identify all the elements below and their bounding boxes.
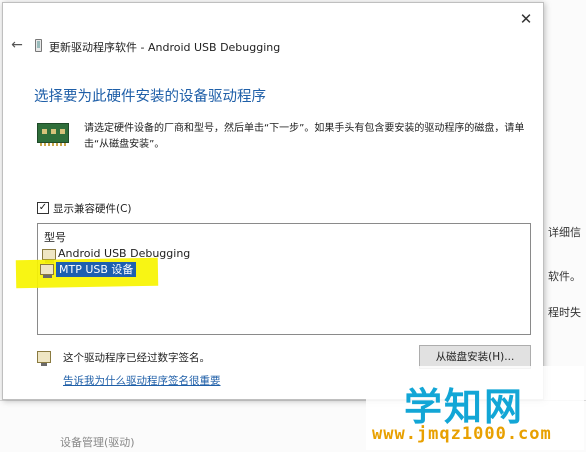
close-icon[interactable]: ✕ xyxy=(515,9,537,29)
model-list-header: 型号 xyxy=(44,231,66,244)
background-text: 程时失 xyxy=(548,306,581,319)
dialog-title: 更新驱动程序软件 - Android USB Debugging xyxy=(49,41,281,54)
driver-icon xyxy=(40,263,54,278)
show-compatible-checkbox[interactable]: ✓ xyxy=(37,202,49,214)
signature-info-link[interactable]: 告诉我为什么驱动程序签名很重要 xyxy=(63,373,221,388)
watermark-title: 学知网 xyxy=(404,385,525,429)
device-icon xyxy=(35,39,42,52)
background-text: 软件。 xyxy=(548,270,581,283)
hardware-card-icon xyxy=(37,123,69,146)
signed-driver-icon xyxy=(37,351,51,366)
background-text: 设备管理(驱动) xyxy=(60,436,135,449)
list-item-mtp-usb-device[interactable]: MTP USB 设备 xyxy=(40,261,137,278)
list-item-label: MTP USB 设备 xyxy=(56,261,137,277)
background-text: 详细信 xyxy=(548,226,581,239)
watermark-url: www.jmqz1000.com xyxy=(372,424,552,444)
signature-status-text: 这个驱动程序已经过数字签名。 xyxy=(63,352,210,364)
page-heading: 选择要为此硬件安装的设备驱动程序 xyxy=(34,89,266,105)
instructions-text: 请选定硬件设备的厂商和型号，然后单击“下一步”。如果手头有包含要安装的驱动程序的… xyxy=(84,123,525,150)
show-compatible-label[interactable]: 显示兼容硬件(C) xyxy=(53,201,132,216)
driver-icon xyxy=(42,248,56,263)
back-arrow-icon[interactable]: ← xyxy=(9,37,25,53)
update-driver-dialog: ✕ ← 更新驱动程序软件 - Android USB Debugging 选择要… xyxy=(2,2,544,400)
